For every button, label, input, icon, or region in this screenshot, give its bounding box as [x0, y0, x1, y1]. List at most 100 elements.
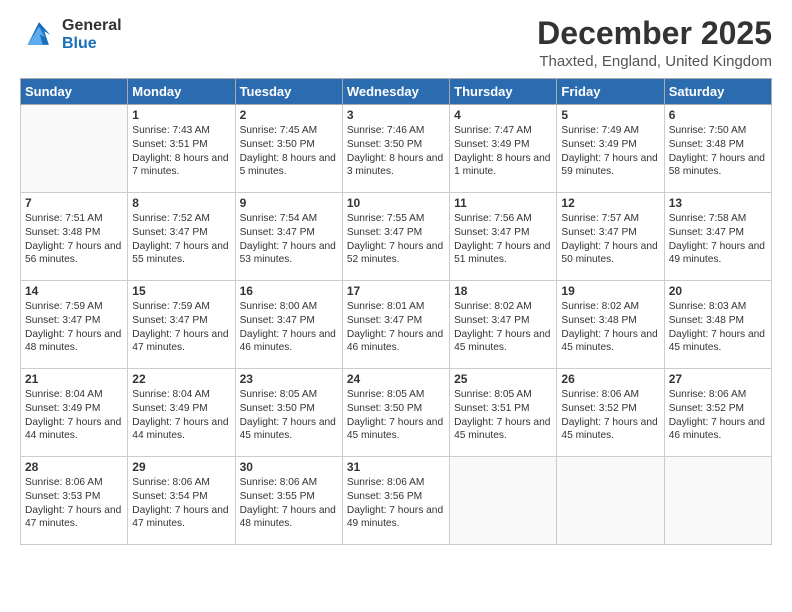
calendar-cell: 24Sunrise: 8:05 AMSunset: 3:50 PMDayligh… [342, 369, 449, 457]
sunrise: Sunrise: 8:06 AM [347, 476, 445, 490]
daylight-hours: Daylight: 7 hours and 55 minutes. [132, 240, 230, 268]
calendar-cell: 29Sunrise: 8:06 AMSunset: 3:54 PMDayligh… [128, 457, 235, 545]
day-number: 5 [561, 108, 659, 122]
sunrise: Sunrise: 7:46 AM [347, 124, 445, 138]
sunset: Sunset: 3:47 PM [132, 226, 230, 240]
sunrise: Sunrise: 8:06 AM [25, 476, 123, 490]
sunrise: Sunrise: 8:04 AM [132, 388, 230, 402]
day-number: 9 [240, 196, 338, 210]
sunrise: Sunrise: 7:52 AM [132, 212, 230, 226]
daylight-hours: Daylight: 7 hours and 47 minutes. [132, 328, 230, 356]
sunrise: Sunrise: 7:45 AM [240, 124, 338, 138]
calendar-cell: 17Sunrise: 8:01 AMSunset: 3:47 PMDayligh… [342, 281, 449, 369]
sunset: Sunset: 3:54 PM [132, 490, 230, 504]
subtitle: Thaxted, England, United Kingdom [537, 53, 772, 70]
day-header-tuesday: Tuesday [235, 79, 342, 105]
daylight-hours: Daylight: 7 hours and 45 minutes. [347, 416, 445, 444]
calendar-cell: 15Sunrise: 7:59 AMSunset: 3:47 PMDayligh… [128, 281, 235, 369]
sunset: Sunset: 3:49 PM [561, 138, 659, 152]
daylight-hours: Daylight: 7 hours and 51 minutes. [454, 240, 552, 268]
month-title: December 2025 [537, 16, 772, 51]
daylight-hours: Daylight: 7 hours and 45 minutes. [240, 416, 338, 444]
calendar-cell: 28Sunrise: 8:06 AMSunset: 3:53 PMDayligh… [21, 457, 128, 545]
daylight-hours: Daylight: 7 hours and 50 minutes. [561, 240, 659, 268]
week-row-1: 1Sunrise: 7:43 AMSunset: 3:51 PMDaylight… [21, 105, 772, 193]
calendar-cell: 10Sunrise: 7:55 AMSunset: 3:47 PMDayligh… [342, 193, 449, 281]
daylight-hours: Daylight: 7 hours and 53 minutes. [240, 240, 338, 268]
day-number: 8 [132, 196, 230, 210]
header: General Blue December 2025 Thaxted, Engl… [20, 16, 772, 70]
sunrise: Sunrise: 8:00 AM [240, 300, 338, 314]
day-header-wednesday: Wednesday [342, 79, 449, 105]
sunset: Sunset: 3:47 PM [347, 314, 445, 328]
day-number: 31 [347, 460, 445, 474]
daylight-hours: Daylight: 7 hours and 44 minutes. [25, 416, 123, 444]
sunset: Sunset: 3:48 PM [669, 138, 767, 152]
calendar-cell: 3Sunrise: 7:46 AMSunset: 3:50 PMDaylight… [342, 105, 449, 193]
day-number: 15 [132, 284, 230, 298]
sunset: Sunset: 3:47 PM [25, 314, 123, 328]
calendar-cell: 4Sunrise: 7:47 AMSunset: 3:49 PMDaylight… [450, 105, 557, 193]
week-row-3: 14Sunrise: 7:59 AMSunset: 3:47 PMDayligh… [21, 281, 772, 369]
calendar-cell: 14Sunrise: 7:59 AMSunset: 3:47 PMDayligh… [21, 281, 128, 369]
daylight-hours: Daylight: 8 hours and 3 minutes. [347, 152, 445, 180]
week-row-2: 7Sunrise: 7:51 AMSunset: 3:48 PMDaylight… [21, 193, 772, 281]
calendar-cell: 25Sunrise: 8:05 AMSunset: 3:51 PMDayligh… [450, 369, 557, 457]
sunset: Sunset: 3:51 PM [132, 138, 230, 152]
sunset: Sunset: 3:50 PM [347, 138, 445, 152]
daylight-hours: Daylight: 7 hours and 45 minutes. [454, 328, 552, 356]
day-number: 6 [669, 108, 767, 122]
sunset: Sunset: 3:49 PM [454, 138, 552, 152]
day-number: 27 [669, 372, 767, 386]
sunset: Sunset: 3:47 PM [454, 314, 552, 328]
sunset: Sunset: 3:50 PM [240, 402, 338, 416]
sunset: Sunset: 3:49 PM [132, 402, 230, 416]
sunset: Sunset: 3:56 PM [347, 490, 445, 504]
daylight-hours: Daylight: 7 hours and 47 minutes. [25, 504, 123, 532]
day-number: 16 [240, 284, 338, 298]
title-block: December 2025 Thaxted, England, United K… [537, 16, 772, 70]
daylight-hours: Daylight: 8 hours and 7 minutes. [132, 152, 230, 180]
sunset: Sunset: 3:47 PM [240, 314, 338, 328]
daylight-hours: Daylight: 7 hours and 44 minutes. [132, 416, 230, 444]
calendar-cell [557, 457, 664, 545]
sunrise: Sunrise: 7:51 AM [25, 212, 123, 226]
sunset: Sunset: 3:50 PM [347, 402, 445, 416]
day-number: 18 [454, 284, 552, 298]
day-number: 20 [669, 284, 767, 298]
sunset: Sunset: 3:48 PM [669, 314, 767, 328]
daylight-hours: Daylight: 7 hours and 45 minutes. [561, 328, 659, 356]
calendar-cell: 31Sunrise: 8:06 AMSunset: 3:56 PMDayligh… [342, 457, 449, 545]
sunrise: Sunrise: 8:06 AM [669, 388, 767, 402]
day-number: 1 [132, 108, 230, 122]
calendar-cell: 11Sunrise: 7:56 AMSunset: 3:47 PMDayligh… [450, 193, 557, 281]
sunrise: Sunrise: 8:02 AM [561, 300, 659, 314]
day-number: 25 [454, 372, 552, 386]
calendar-cell [450, 457, 557, 545]
daylight-hours: Daylight: 7 hours and 45 minutes. [454, 416, 552, 444]
header-row: SundayMondayTuesdayWednesdayThursdayFrid… [21, 79, 772, 105]
sunset: Sunset: 3:48 PM [561, 314, 659, 328]
sunrise: Sunrise: 8:05 AM [240, 388, 338, 402]
day-header-sunday: Sunday [21, 79, 128, 105]
calendar-cell: 13Sunrise: 7:58 AMSunset: 3:47 PMDayligh… [664, 193, 771, 281]
logo-text: General Blue [62, 17, 122, 54]
day-header-saturday: Saturday [664, 79, 771, 105]
logo: General Blue [20, 16, 122, 54]
daylight-hours: Daylight: 7 hours and 46 minutes. [347, 328, 445, 356]
sunset: Sunset: 3:52 PM [669, 402, 767, 416]
daylight-hours: Daylight: 7 hours and 45 minutes. [561, 416, 659, 444]
day-header-monday: Monday [128, 79, 235, 105]
calendar-cell: 9Sunrise: 7:54 AMSunset: 3:47 PMDaylight… [235, 193, 342, 281]
calendar-cell [21, 105, 128, 193]
week-row-5: 28Sunrise: 8:06 AMSunset: 3:53 PMDayligh… [21, 457, 772, 545]
daylight-hours: Daylight: 7 hours and 46 minutes. [669, 416, 767, 444]
sunset: Sunset: 3:52 PM [561, 402, 659, 416]
day-number: 11 [454, 196, 552, 210]
daylight-hours: Daylight: 8 hours and 5 minutes. [240, 152, 338, 180]
day-number: 2 [240, 108, 338, 122]
calendar-cell: 21Sunrise: 8:04 AMSunset: 3:49 PMDayligh… [21, 369, 128, 457]
calendar-cell: 2Sunrise: 7:45 AMSunset: 3:50 PMDaylight… [235, 105, 342, 193]
day-number: 10 [347, 196, 445, 210]
sunrise: Sunrise: 7:59 AM [25, 300, 123, 314]
